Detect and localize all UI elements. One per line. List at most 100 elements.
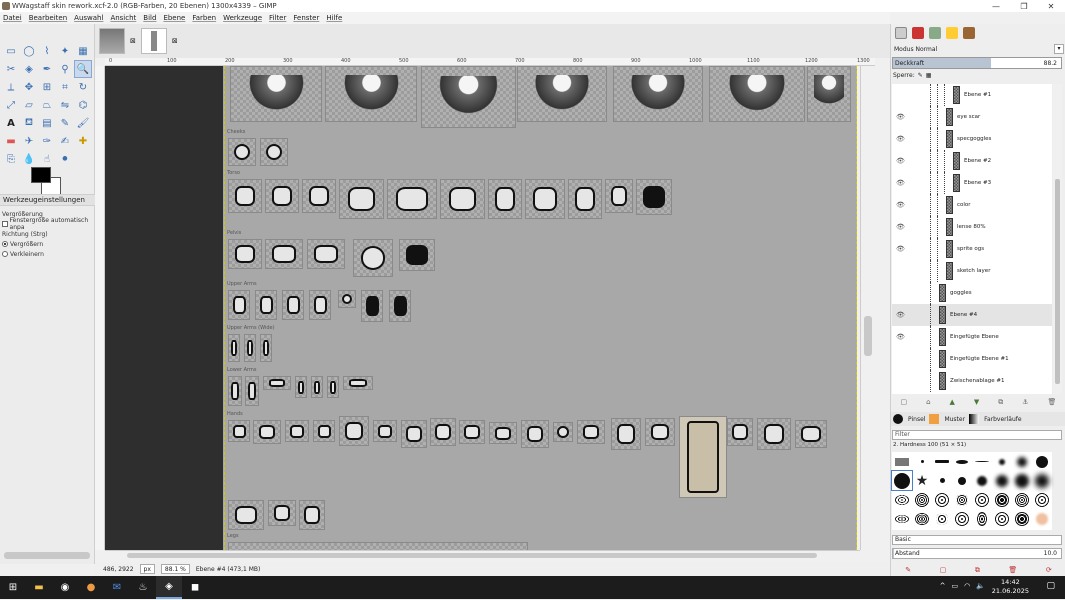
move-tool-icon[interactable]: ✥ (20, 78, 38, 96)
brush-item[interactable] (892, 452, 912, 471)
lock-alpha-icon[interactable]: ▦ (926, 72, 932, 79)
perspective-tool-icon[interactable]: ⏢ (38, 96, 56, 114)
channels-tab-icon[interactable] (912, 27, 924, 39)
auto-resize-checkbox[interactable] (2, 221, 8, 227)
mode-dropdown-chevron-down-icon[interactable]: ▾ (1054, 44, 1064, 54)
layer-thumbnail[interactable] (939, 372, 946, 390)
taskbar-clock[interactable]: 14:42 21.06.2025 (992, 578, 1029, 596)
layer-visibility-eye-icon[interactable]: 👁 (896, 157, 905, 165)
scissors-tool-icon[interactable]: ✂ (2, 60, 20, 78)
edit-brush-icon[interactable]: ✎ (905, 566, 911, 574)
layer-row[interactable]: 👁 color (892, 194, 1052, 216)
paintbrush-tool-icon[interactable]: 🖌 (74, 114, 92, 132)
brush-star-icon[interactable]: ★ (912, 471, 932, 490)
layer-row[interactable]: Ebene #1 (892, 84, 1052, 106)
brush-item[interactable] (892, 490, 912, 509)
new-brush-icon[interactable]: ▢ (940, 566, 947, 574)
brush-item[interactable] (1012, 452, 1032, 471)
wifi-icon[interactable]: ◠ (964, 582, 970, 590)
brush-item[interactable] (912, 490, 932, 509)
layer-visibility-eye-icon[interactable]: 👁 (896, 201, 905, 209)
menu-filters[interactable]: Filter (269, 14, 286, 22)
layer-thumbnail[interactable] (946, 108, 953, 126)
rotate-tool-icon[interactable]: ↻ (74, 78, 92, 96)
brush-item[interactable] (1012, 490, 1032, 509)
brush-item[interactable] (1032, 471, 1052, 490)
menu-help[interactable]: Hilfe (326, 14, 342, 22)
brush-item[interactable] (1032, 490, 1052, 509)
menu-layer[interactable]: Ebene (163, 14, 185, 22)
delete-brush-icon[interactable]: 🗑 (1008, 566, 1017, 574)
brush-item[interactable] (952, 471, 972, 490)
anchor-layer-icon[interactable]: ⚓ (1022, 398, 1028, 406)
duplicate-brush-icon[interactable]: ⧉ (975, 566, 980, 575)
network-icon[interactable]: ▭ (952, 582, 959, 590)
layer-row[interactable]: 👁 Ebene #4 (892, 304, 1052, 326)
notification-icon[interactable]: ▢ (1046, 581, 1055, 591)
layer-thumbnail[interactable] (953, 152, 960, 170)
tray-chevron-up-icon[interactable]: ^ (940, 582, 946, 590)
restore-button[interactable]: ❐ (1013, 0, 1035, 12)
menu-colors[interactable]: Farben (192, 14, 216, 22)
layer-row[interactable]: goggles (892, 282, 1052, 304)
ink-tool-icon[interactable]: ✑ (38, 132, 56, 150)
brush-item[interactable] (992, 490, 1012, 509)
menu-windows[interactable]: Fenster (293, 14, 319, 22)
layer-visibility-eye-icon[interactable]: 👁 (896, 135, 905, 143)
brush-item[interactable] (952, 452, 972, 471)
eraser-tool-icon[interactable]: ▬ (2, 132, 20, 150)
foreground-color[interactable] (31, 167, 51, 183)
layer-visibility-eye-icon[interactable]: 👁 (896, 113, 905, 121)
layer-visibility-eye-icon[interactable]: 👁 (896, 179, 905, 187)
layer-visibility-eye-icon[interactable]: 👁 (896, 245, 905, 253)
image-tab-thumb-2[interactable] (140, 28, 167, 54)
image-tab-close-1[interactable]: ⊠ (130, 37, 136, 45)
layer-row[interactable]: 👁 Ebene #2 (892, 150, 1052, 172)
flip-tool-icon[interactable]: ⇋ (56, 96, 74, 114)
color-select-tool-icon[interactable]: ▦ (74, 42, 92, 60)
canvas-vertical-scrollbar[interactable] (860, 66, 875, 550)
pencil-tool-icon[interactable]: ✎ (56, 114, 74, 132)
bucket-fill-tool-icon[interactable]: ⛾ (20, 114, 38, 132)
vertical-scroll-thumb[interactable] (864, 316, 872, 356)
layer-thumbnail[interactable] (953, 86, 960, 104)
tool-options-tab[interactable]: Werkzeugeinstellungen (0, 194, 95, 206)
brush-filter-input[interactable]: Filter (892, 430, 1062, 440)
layer-row[interactable]: 👁 Ebene #3 (892, 172, 1052, 194)
refresh-brushes-icon[interactable]: ⟳ (1046, 566, 1052, 574)
layer-row[interactable]: 👁 specgoggles (892, 128, 1052, 150)
layer-thumbnail[interactable] (939, 350, 946, 368)
layer-row[interactable]: 👁 eye scar (892, 106, 1052, 128)
layer-visibility-eye-icon[interactable]: 👁 (896, 311, 905, 319)
canvas-horizontal-scrollbar[interactable] (105, 550, 860, 559)
fuzzy-select-tool-icon[interactable]: ✦ (56, 42, 74, 60)
layer-thumbnail[interactable] (946, 262, 953, 280)
layer-visibility-eye-icon[interactable]: 👁 (896, 223, 905, 231)
horizontal-scroll-thumb[interactable] (127, 553, 817, 558)
brush-item[interactable] (972, 490, 992, 509)
layer-thumbnail[interactable] (946, 130, 953, 148)
brush-item[interactable] (952, 509, 972, 528)
align-tool-icon[interactable]: ⊞ (38, 78, 56, 96)
brush-item[interactable] (932, 490, 952, 509)
layer-thumbnail[interactable] (939, 328, 946, 346)
zoom-selector[interactable]: 88.1 % (160, 564, 190, 574)
layer-mode-row[interactable]: Modus Normal ▾ (891, 44, 1065, 54)
mypaint-brush-tool-icon[interactable]: ✍ (56, 132, 74, 150)
undo-history-tab-icon[interactable] (946, 27, 958, 39)
brush-preset-select[interactable]: Basic (892, 535, 1062, 545)
steam-icon[interactable]: ♨ (130, 576, 156, 599)
spacing-slider[interactable]: Abstand 10.0 (892, 548, 1062, 559)
layers-scroll-thumb[interactable] (1055, 179, 1060, 384)
brush-item[interactable] (972, 509, 992, 528)
patterns-tab-icon[interactable] (929, 414, 940, 424)
brush-item[interactable] (972, 471, 992, 490)
brush-item[interactable] (972, 452, 992, 471)
brush-item[interactable] (1012, 471, 1032, 490)
layer-thumbnail[interactable] (946, 240, 953, 258)
image-canvas[interactable]: Cheeks Torso Pelvis Upper Arms Upper Arm… (105, 66, 857, 550)
menu-image[interactable]: Bild (143, 14, 156, 22)
unit-selector[interactable]: px (139, 564, 155, 574)
menu-edit[interactable]: Bearbeiten (29, 14, 67, 22)
fg-bg-color-swatch[interactable] (30, 167, 64, 197)
